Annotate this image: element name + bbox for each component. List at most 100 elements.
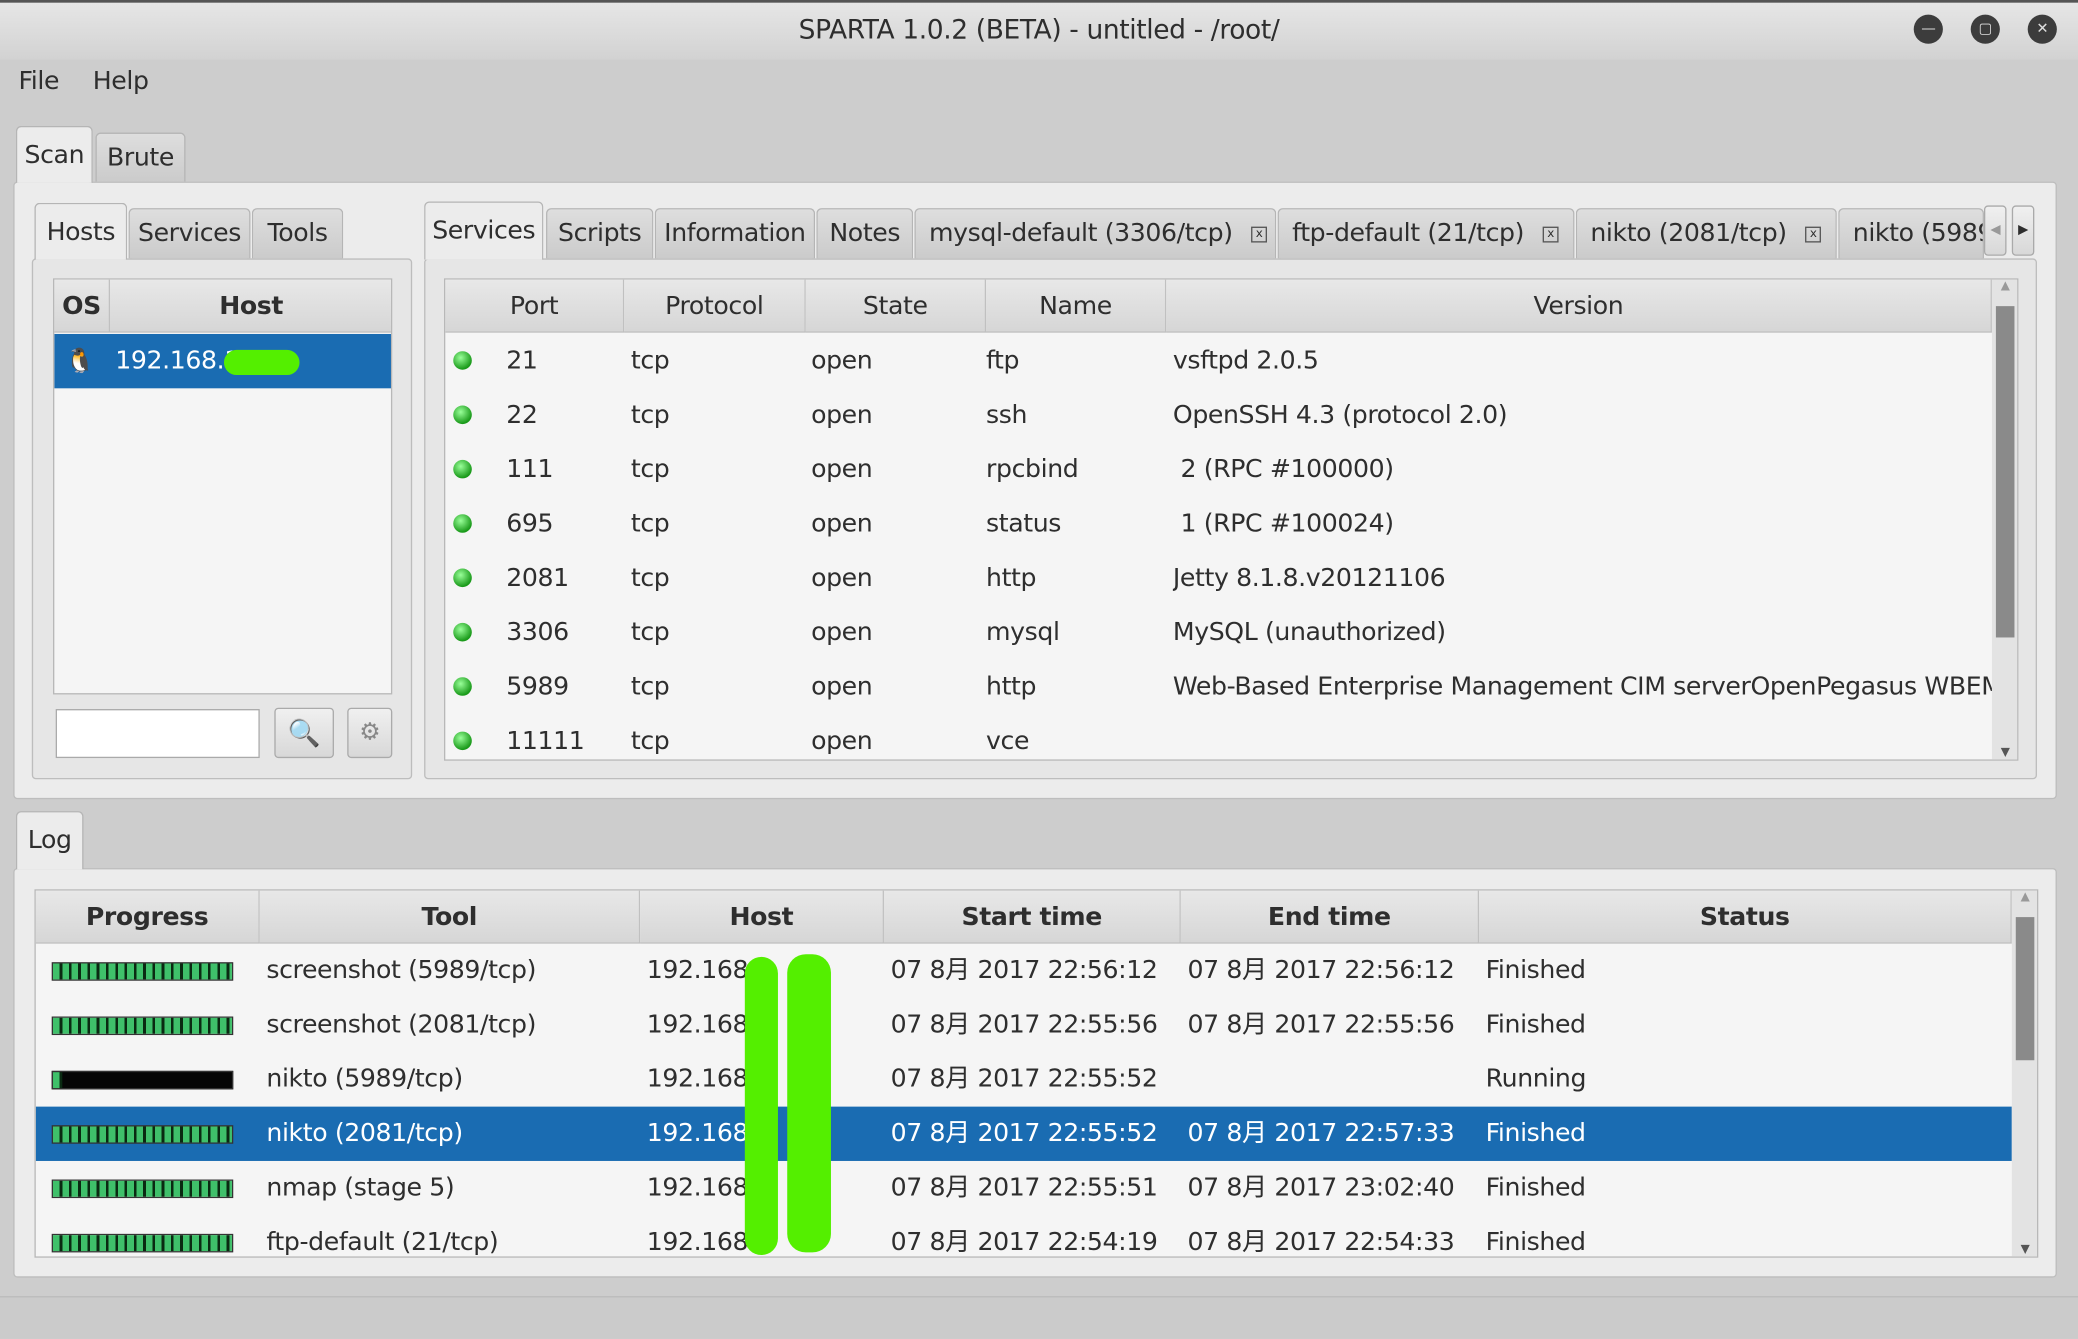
log-end: 07 8月 2017 22:55:56 — [1187, 1009, 1455, 1040]
service-row[interactable]: 21 tcp open ftp vsftpd 2.0.5 — [445, 334, 1992, 388]
service-row[interactable]: 3306 tcp open mysql MySQL (unauthorized) — [445, 606, 1992, 660]
progress-bar — [51, 1233, 234, 1253]
close-tab-icon[interactable]: x — [1251, 225, 1268, 242]
service-cell: 1 (RPC #100024) — [1172, 508, 1394, 539]
services-table: Port Protocol State Name Version 21 tcp open ftp… — [443, 278, 2019, 761]
log-table: Progress Tool Host Start time End time Status… — [34, 889, 2039, 1258]
open-status-icon — [453, 568, 472, 588]
service-row[interactable]: 5989 tcp open http Web-Based Enterprise Mana… — [445, 660, 2017, 714]
tab-ftp-default-21-tcp-[interactable]: ftp-default (21/tcp) x — [1277, 208, 1575, 259]
tab-scripts[interactable]: Scripts — [546, 208, 654, 259]
tab-label: mysql-default (3306/tcp) — [929, 218, 1233, 248]
service-cell: tcp — [630, 671, 670, 702]
scroll-down-icon[interactable]: ▼ — [1992, 746, 2017, 759]
log-status: Finished — [1485, 1118, 1586, 1148]
service-cell: 111 — [506, 454, 554, 484]
log-host: 192.168 — [646, 1009, 749, 1040]
window-title: SPARTA 1.0.2 (BETA) - untitled - /root/ — [798, 13, 1280, 46]
tab-scan[interactable]: Scan — [15, 125, 93, 183]
redaction-mark — [787, 954, 831, 1253]
close-tab-icon[interactable]: x — [1542, 225, 1559, 242]
log-tool: nikto (2081/tcp) — [266, 1118, 463, 1148]
service-cell: open — [811, 400, 873, 430]
host-filter-input[interactable] — [55, 709, 260, 759]
tab-nikto-2081-tcp-[interactable]: nikto (2081/tcp) x — [1575, 208, 1837, 259]
column-state[interactable]: State — [805, 279, 987, 333]
log-row[interactable]: nmap (stage 5) 192.168 07 8月 2017 22:55:51… — [36, 1161, 2012, 1215]
scroll-down-icon[interactable]: ▼ — [2012, 1243, 2037, 1256]
column-progress[interactable]: Progress — [35, 890, 260, 944]
scroll-up-icon[interactable]: ▲ — [2012, 891, 2037, 904]
tab-label: Scripts — [557, 218, 642, 248]
menu-file[interactable]: File — [19, 66, 60, 95]
log-host: 192.168 — [646, 1227, 749, 1257]
service-cell: 21 — [506, 345, 538, 376]
log-host: 192.168 — [646, 1172, 749, 1203]
services-scrollbar[interactable]: ▲ ▼ — [1991, 279, 2018, 760]
column-end-time[interactable]: End time — [1180, 890, 1480, 944]
service-cell: open — [811, 671, 873, 702]
tab-notes[interactable]: Notes — [816, 208, 914, 259]
tab-brute[interactable]: Brute — [95, 132, 186, 182]
column-version[interactable]: Version — [1166, 279, 1992, 333]
tab-mysql-default-3306-tcp-[interactable]: mysql-default (3306/tcp) x — [914, 208, 1277, 259]
column-os[interactable]: OS — [54, 279, 110, 333]
tab-label: nikto (2081/tcp) — [1590, 218, 1787, 248]
tab-information[interactable]: Information — [654, 208, 816, 259]
log-tool: nmap (stage 5) — [266, 1172, 455, 1203]
log-row[interactable]: nikto (2081/tcp) 192.168 07 8月 2017 22:55:… — [35, 1106, 2012, 1161]
service-row[interactable]: 695 tcp open status 1 (RPC #100024) — [445, 497, 1992, 551]
column-protocol[interactable]: Protocol — [624, 279, 806, 333]
service-row[interactable]: 2081 tcp open http Jetty 8.1.8.v20121106 — [445, 551, 1992, 605]
add-host-button[interactable]: ⚙ — [347, 707, 393, 759]
maximize-icon[interactable]: ▢ — [1970, 14, 2000, 44]
tabs-scroll-left-button[interactable]: ◀ — [1983, 205, 2007, 256]
log-row[interactable]: ftp-default (21/tcp) 192.168 07 8月 2017 22… — [36, 1215, 2012, 1257]
log-host: 192.168 — [646, 1118, 749, 1148]
service-cell: ssh — [986, 400, 1028, 430]
tab-tools[interactable]: Tools — [251, 208, 344, 259]
log-start: 07 8月 2017 22:54:19 — [890, 1227, 1158, 1257]
minimize-icon[interactable]: — — [1913, 14, 1943, 44]
scroll-up-icon[interactable]: ▲ — [1992, 280, 2017, 293]
service-cell: open — [811, 345, 873, 376]
log-status: Finished — [1485, 1172, 1586, 1203]
service-cell: mysql — [986, 617, 1060, 647]
log-status: Running — [1485, 1064, 1587, 1094]
tab-hosts[interactable]: Hosts — [34, 202, 128, 260]
log-row[interactable]: screenshot (2081/tcp) 192.168 07 8月 2017 2… — [36, 998, 2012, 1052]
column-tool[interactable]: Tool — [259, 890, 641, 944]
column-host[interactable]: Host — [640, 890, 884, 944]
service-row[interactable]: 111 tcp open rpcbind 2 (RPC #100000) — [445, 443, 1992, 497]
scrollbar-thumb[interactable] — [2015, 917, 2035, 1061]
column-port[interactable]: Port — [445, 279, 625, 333]
service-row[interactable]: 22 tcp open ssh OpenSSH 4.3 (protocol 2.0) — [445, 388, 1992, 442]
log-start: 07 8月 2017 22:55:52 — [890, 1118, 1158, 1148]
log-tool: nikto (5989/tcp) — [266, 1064, 463, 1094]
service-row[interactable]: 11111 tcp open vce — [445, 714, 1992, 759]
log-row[interactable]: nikto (5989/tcp) 192.168 07 8月 2017 22:55:… — [36, 1052, 2012, 1106]
menu-help[interactable]: Help — [93, 66, 149, 95]
tabs-scroll-right-button[interactable]: ▶ — [2011, 205, 2035, 256]
column-start-time[interactable]: Start time — [883, 890, 1181, 944]
log-end: 07 8月 2017 22:54:33 — [1187, 1227, 1455, 1257]
close-icon[interactable]: ✕ — [2027, 14, 2057, 44]
close-tab-icon[interactable]: x — [1805, 225, 1822, 242]
tab-services[interactable]: Services — [424, 201, 544, 260]
log-end: 07 8月 2017 22:57:33 — [1187, 1118, 1455, 1148]
service-cell: 695 — [506, 508, 554, 539]
service-cell: http — [986, 671, 1037, 702]
log-row[interactable]: screenshot (5989/tcp) 192.168 07 8月 2017 2… — [36, 944, 2012, 998]
scrollbar-thumb[interactable] — [1995, 306, 2015, 638]
tab-log[interactable]: Log — [15, 811, 84, 870]
column-status[interactable]: Status — [1479, 890, 2012, 944]
log-status: Finished — [1485, 1227, 1586, 1257]
tab-nikto-5989[interactable]: nikto (5989 — [1838, 208, 1984, 259]
service-cell: ftp — [986, 345, 1020, 376]
search-button[interactable]: 🔍 — [274, 707, 334, 759]
tab-services-left[interactable]: Services — [128, 208, 251, 259]
column-name[interactable]: Name — [986, 279, 1167, 333]
log-scrollbar[interactable]: ▲ ▼ — [2011, 890, 2037, 1257]
host-row[interactable]: 🐧 192.168.1 — [54, 333, 391, 389]
column-host[interactable]: Host — [109, 279, 391, 333]
